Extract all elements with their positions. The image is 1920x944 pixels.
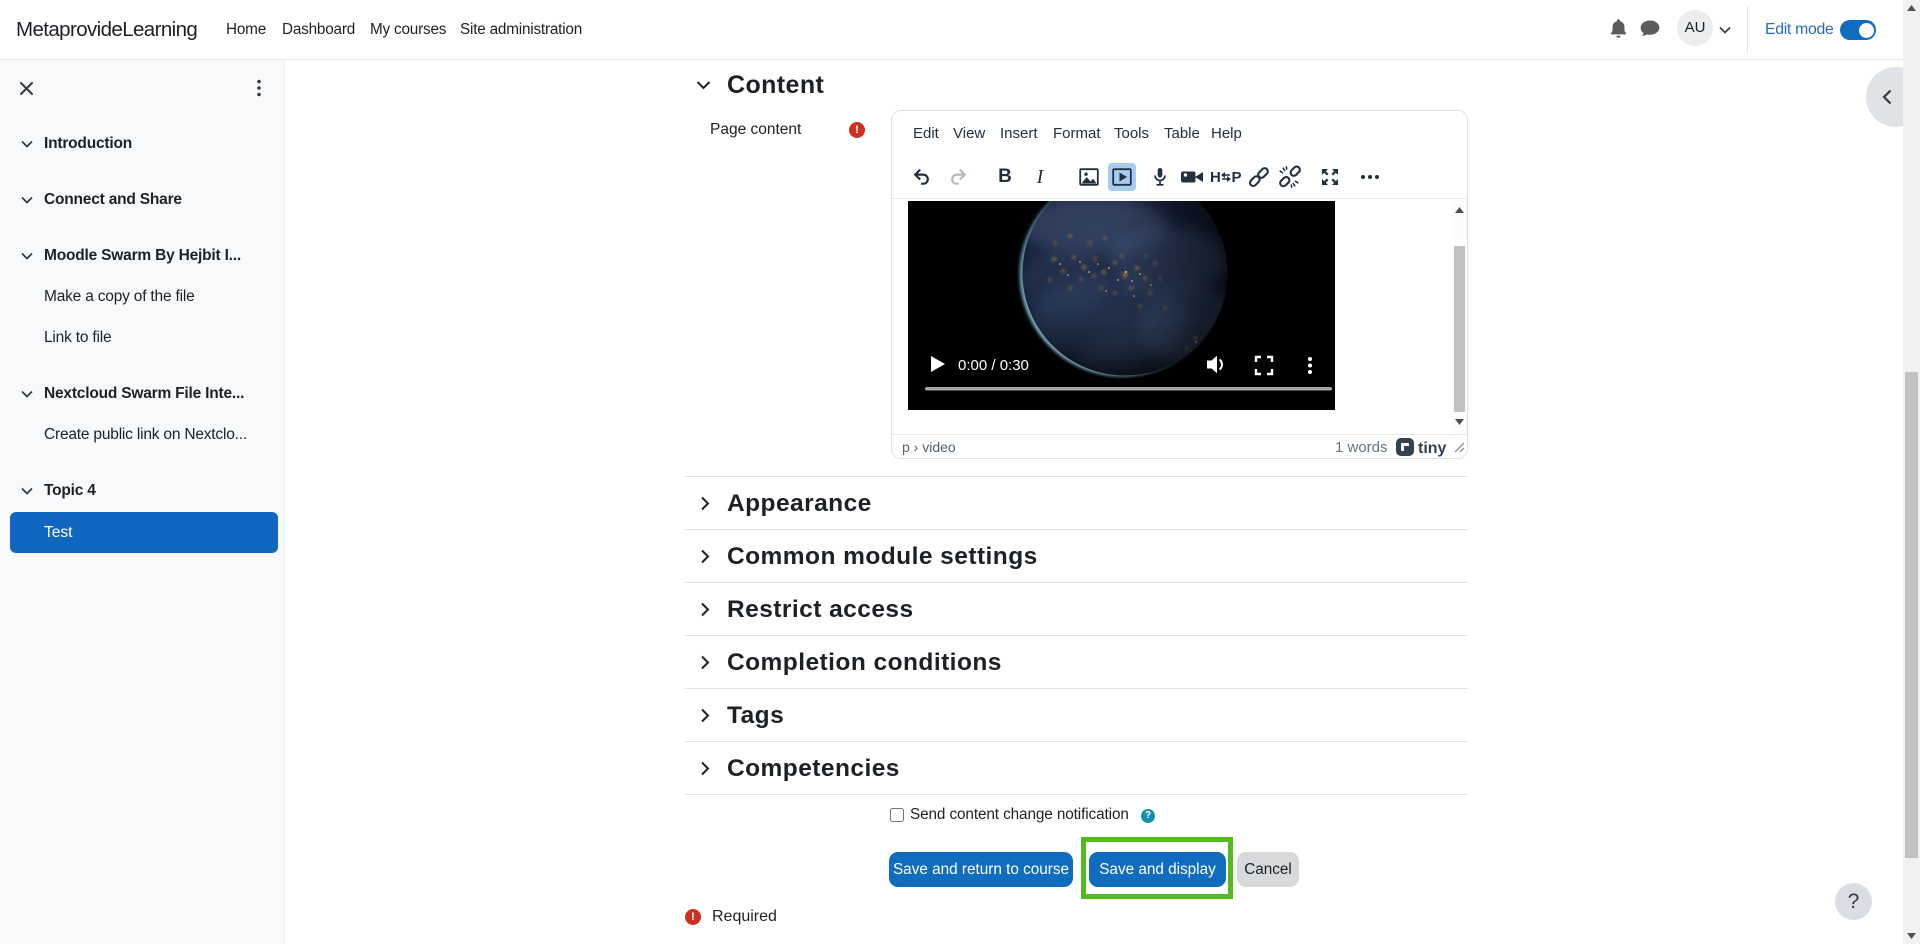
svg-text:H: H [1210, 169, 1221, 186]
svg-text:0:00 / 0:30: 0:00 / 0:30 [958, 357, 1029, 374]
svg-text:P: P [1232, 169, 1242, 186]
svg-text:tiny: tiny [1418, 440, 1447, 457]
